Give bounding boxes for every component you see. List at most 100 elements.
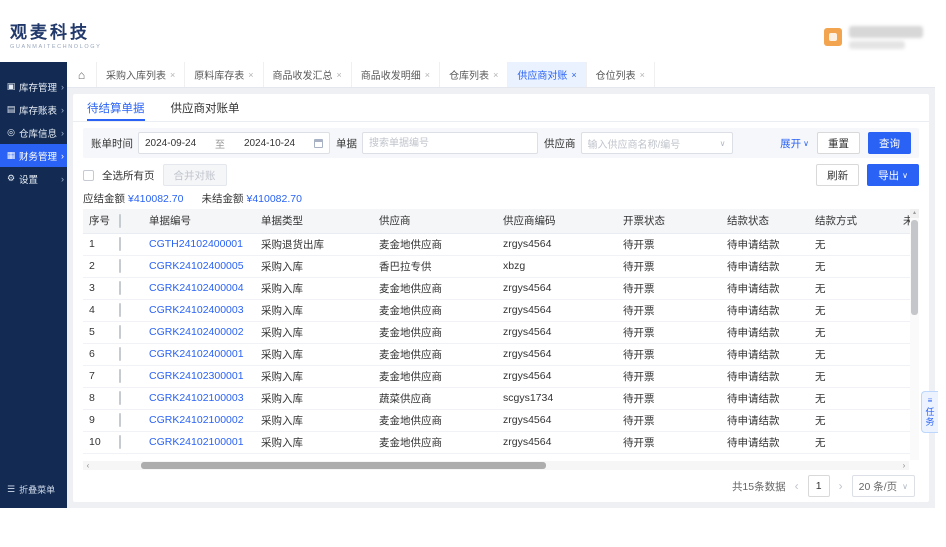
- cell-settle-method: 无: [809, 409, 897, 431]
- page-tab-2[interactable]: 原料库存表×: [185, 62, 263, 87]
- doc-no-link[interactable]: CGRK24102400005: [149, 260, 244, 272]
- scroll-left-icon[interactable]: ‹: [83, 461, 93, 470]
- sidebar-item-5[interactable]: ⚙设置›: [0, 167, 67, 190]
- table-row: 8CGRK24102100003采购入库蔬菜供应商scgys1734待开票待申请…: [83, 387, 919, 409]
- row-checkbox[interactable]: [119, 413, 121, 427]
- collapse-menu-label: 折叠菜单: [19, 483, 55, 496]
- doc-no-link[interactable]: CGRK24102300001: [149, 370, 244, 382]
- sidebar-item-1[interactable]: ▣库存管理›: [0, 75, 67, 98]
- next-page-button[interactable]: ›: [839, 479, 843, 493]
- close-tab-icon[interactable]: ×: [493, 70, 498, 80]
- doc-no-link[interactable]: CGRK24102400003: [149, 304, 244, 316]
- cell-settle-method: 无: [809, 321, 897, 343]
- cell-supplier: 麦金地供应商: [373, 409, 497, 431]
- cell-settle-method: 无: [809, 387, 897, 409]
- cell-doc-type: 采购入库: [255, 299, 373, 321]
- app-window: 观麦科技 GUANMAITECHNOLOGY ▣库存管理›▤库存账表›◎仓库信息…: [0, 12, 935, 508]
- page-tab-5[interactable]: 仓库列表×: [440, 62, 508, 87]
- export-button[interactable]: 导出 ∨: [867, 164, 919, 186]
- inventory-icon: ▣: [6, 81, 16, 92]
- filter-actions: 展开 ∨ 重置 查询: [780, 132, 911, 154]
- row-checkbox[interactable]: [119, 369, 121, 383]
- date-start-value: 2024-09-24: [145, 138, 196, 149]
- close-tab-icon[interactable]: ×: [640, 70, 645, 80]
- sidebar-nav: ▣库存管理›▤库存账表›◎仓库信息›▦财务管理›⚙设置›: [0, 62, 67, 190]
- page-size-select[interactable]: 20 条/页 ∨: [852, 475, 915, 497]
- sidebar-item-2[interactable]: ▤库存账表›: [0, 98, 67, 121]
- page-tab-bar: ⌂ 采购入库列表×原料库存表×商品收发汇总×商品收发明细×仓库列表×供应商对账×…: [67, 62, 935, 88]
- page-tab-7[interactable]: 仓位列表×: [587, 62, 655, 87]
- cell-doc-no: CGRK24102400001: [143, 343, 255, 365]
- expand-filters-button[interactable]: 展开 ∨: [780, 136, 809, 151]
- doc-no-link[interactable]: CGRK24102100003: [149, 392, 244, 404]
- page-tab-4[interactable]: 商品收发明细×: [352, 62, 440, 87]
- cell-settle-status: 待申请结款: [721, 277, 809, 299]
- sidebar-item-label: 设置: [19, 172, 58, 186]
- row-checkbox[interactable]: [119, 237, 121, 251]
- close-tab-icon[interactable]: ×: [248, 70, 253, 80]
- cell-select: [113, 255, 143, 277]
- scroll-up-icon[interactable]: ▴: [910, 209, 919, 218]
- collapse-menu-button[interactable]: ☰ 折叠菜单: [7, 483, 55, 496]
- page-tab-3[interactable]: 商品收发汇总×: [264, 62, 352, 87]
- date-range-picker[interactable]: 2024-09-24 至 2024-10-24: [138, 132, 330, 154]
- cell-doc-no: CGRK24102100001: [143, 431, 255, 453]
- row-checkbox[interactable]: [119, 325, 121, 339]
- row-checkbox[interactable]: [119, 303, 121, 317]
- task-panel-button[interactable]: ≡ 任务: [921, 391, 938, 433]
- horizontal-scrollbar[interactable]: ‹ ›: [83, 461, 909, 470]
- page-tab-6[interactable]: 供应商对账×: [508, 62, 586, 87]
- row-checkbox[interactable]: [119, 259, 121, 273]
- page-tab-1[interactable]: 采购入库列表×: [97, 62, 185, 87]
- doc-no-link[interactable]: CGRK24102400001: [149, 348, 244, 360]
- subtab-1[interactable]: 待结算单据: [87, 94, 145, 121]
- close-tab-icon[interactable]: ×: [170, 70, 175, 80]
- doc-no-link[interactable]: CGRK24102100002: [149, 414, 244, 426]
- table-row: 1CGTH24102400001采购退货出库麦金地供应商zrgys4564待开票…: [83, 233, 919, 255]
- doc-no-link[interactable]: CGRK24102100001: [149, 436, 244, 448]
- cell-settle-status: 待申请结款: [721, 409, 809, 431]
- documents-table: 序号单据编号单据类型供应商供应商编码开票状态结款状态结款方式未结金额 1CGTH…: [83, 209, 919, 454]
- cell-select: [113, 387, 143, 409]
- cell-supplier: 蔬菜供应商: [373, 387, 497, 409]
- horizontal-scrollbar-thumb[interactable]: [141, 462, 546, 469]
- row-checkbox[interactable]: [119, 347, 121, 361]
- merge-reconcile-button[interactable]: 合并对账: [163, 164, 227, 186]
- current-page-button[interactable]: 1: [808, 475, 830, 497]
- subtab-2[interactable]: 供应商对账单: [171, 94, 240, 121]
- doc-search-input[interactable]: [362, 132, 538, 154]
- search-button[interactable]: 查询: [868, 132, 911, 154]
- refresh-button[interactable]: 刷新: [816, 164, 859, 186]
- table-row: 4CGRK24102400003采购入库麦金地供应商zrgys4564待开票待申…: [83, 299, 919, 321]
- sidebar-item-3[interactable]: ◎仓库信息›: [0, 121, 67, 144]
- subtab-bar: 待结算单据供应商对账单: [73, 94, 929, 122]
- unsettled-amount-label: 未结金额: [201, 193, 243, 205]
- horizontal-scrollbar-track[interactable]: [93, 461, 899, 470]
- filter-bar: 账单时间 2024-09-24 至 2024-10-24 单据: [83, 128, 919, 158]
- sidebar-item-4[interactable]: ▦财务管理›: [0, 144, 67, 167]
- cell-settle-status: 待申请结款: [721, 387, 809, 409]
- cell-doc-no: CGRK24102400005: [143, 255, 255, 277]
- close-tab-icon[interactable]: ×: [425, 70, 430, 80]
- doc-no-link[interactable]: CGRK24102400002: [149, 326, 244, 338]
- select-all-checkbox[interactable]: [119, 214, 121, 228]
- home-button[interactable]: ⌂: [67, 62, 97, 87]
- top-header: 观麦科技 GUANMAITECHNOLOGY: [0, 12, 935, 62]
- scroll-right-icon[interactable]: ›: [899, 461, 909, 470]
- row-checkbox[interactable]: [119, 435, 121, 449]
- close-tab-icon[interactable]: ×: [337, 70, 342, 80]
- doc-no-link[interactable]: CGTH24102400001: [149, 238, 243, 250]
- cell-index: 3: [83, 277, 113, 299]
- prev-page-button[interactable]: ‹: [795, 479, 799, 493]
- close-tab-icon[interactable]: ×: [571, 70, 576, 80]
- row-checkbox[interactable]: [119, 391, 121, 405]
- vertical-scrollbar-thumb[interactable]: [911, 220, 918, 315]
- doc-no-link[interactable]: CGRK24102400004: [149, 282, 244, 294]
- cell-index: 5: [83, 321, 113, 343]
- reset-button[interactable]: 重置: [817, 132, 860, 154]
- user-account[interactable]: [824, 26, 923, 49]
- vertical-scrollbar[interactable]: ▴: [910, 209, 919, 460]
- select-all-pages-checkbox[interactable]: [83, 170, 94, 181]
- supplier-select[interactable]: 输入供应商名称/编号 ∨: [581, 132, 733, 154]
- row-checkbox[interactable]: [119, 281, 121, 295]
